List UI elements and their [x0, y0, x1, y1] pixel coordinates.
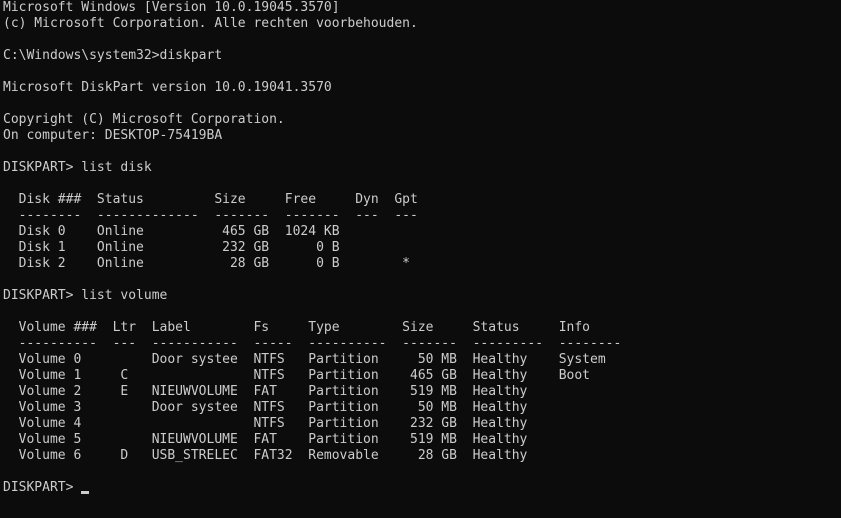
banner-version-line: Microsoft Windows [Version 10.0.19045.35…	[3, 0, 340, 15]
volume-table-row: Volume 4 NTFS Partition 232 GB Healthy	[3, 416, 528, 431]
diskpart-version-line: Microsoft DiskPart version 10.0.19041.35…	[3, 80, 332, 95]
disk-table-row: Disk 2 Online 28 GB 0 B *	[3, 256, 410, 271]
console-window[interactable]: Microsoft Windows [Version 10.0.19045.35…	[0, 0, 841, 518]
disk-table-row: Disk 0 Online 465 GB 1024 KB	[3, 224, 340, 239]
text-cursor[interactable]	[81, 491, 90, 494]
disk-table-separator: -------- ------------- ------- ------- -…	[3, 208, 418, 223]
volume-table-separator: ---------- --- ----------- ----- -------…	[3, 336, 622, 351]
volume-table-row: Volume 6 D USB_STRELEC FAT32 Removable 2…	[3, 448, 528, 463]
computer-name-line: On computer: DESKTOP-75419BA	[3, 128, 223, 143]
volume-table-row: Volume 0 Door systee NTFS Partition 50 M…	[3, 352, 606, 367]
diskpart-copyright-line: Copyright (C) Microsoft Corporation.	[3, 112, 285, 127]
volume-table-row: Volume 5 NIEUWVOLUME FAT Partition 519 M…	[3, 432, 528, 447]
volume-table-row: Volume 1 C NTFS Partition 465 GB Healthy…	[3, 368, 590, 383]
volume-table-header: Volume ### Ltr Label Fs Type Size Status…	[3, 320, 590, 335]
diskpart-command-line: C:\Windows\system32>diskpart	[3, 48, 223, 63]
prompt-label: DISKPART>	[3, 480, 74, 495]
list-disk-command-line: DISKPART> list disk	[3, 160, 152, 175]
volume-table-row: Volume 2 E NIEUWVOLUME FAT Partition 519…	[3, 384, 528, 399]
list-volume-command-line: DISKPART> list volume	[3, 288, 168, 303]
disk-table-header: Disk ### Status Size Free Dyn Gpt	[3, 192, 418, 207]
input-prompt-line[interactable]: DISKPART>	[3, 480, 841, 496]
volume-table-row: Volume 3 Door systee NTFS Partition 50 M…	[3, 400, 528, 415]
banner-copyright-line: (c) Microsoft Corporation. Alle rechten …	[3, 16, 418, 31]
disk-table-row: Disk 1 Online 232 GB 0 B	[3, 240, 340, 255]
